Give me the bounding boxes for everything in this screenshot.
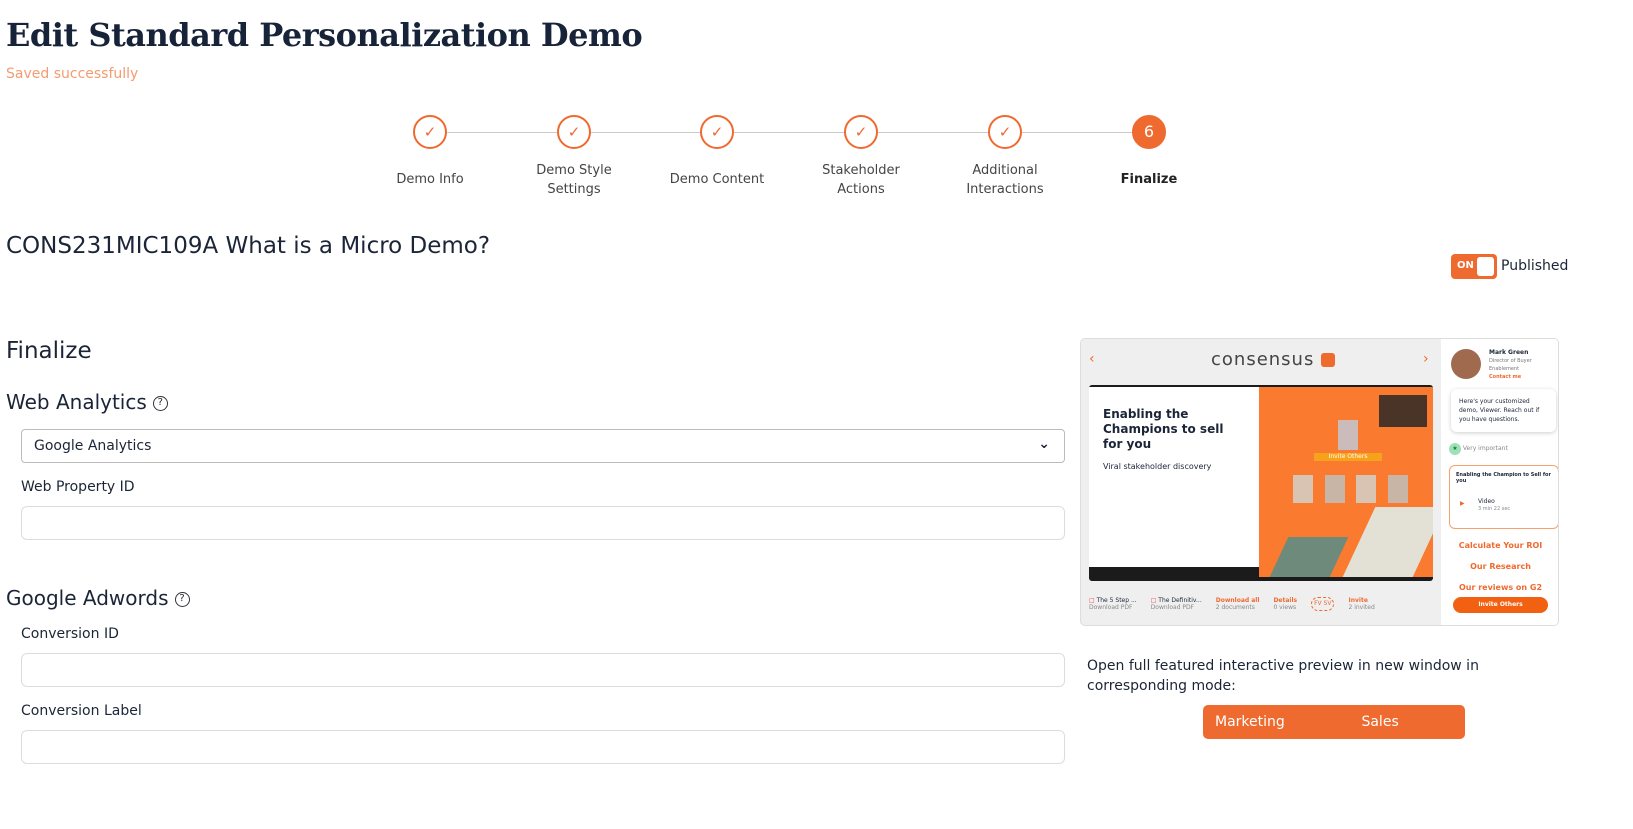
preview-button-group: Marketing Preview Sales Preview: [1203, 705, 1465, 764]
step-6[interactable]: 6 Finalize: [1079, 115, 1219, 189]
invite[interactable]: Invite 2 invited: [1348, 597, 1374, 611]
select-value: Google Analytics: [34, 438, 152, 454]
conversion-id-input[interactable]: [21, 653, 1065, 687]
step-5[interactable]: ✓ Additional Interactions: [935, 115, 1075, 199]
research-link[interactable]: Our Research: [1441, 562, 1558, 571]
help-icon[interactable]: ?: [152, 396, 168, 411]
rating: ★ Very important: [1449, 443, 1508, 455]
analytics-provider-select[interactable]: Google Analytics ⌄: [21, 429, 1065, 463]
reviews-link[interactable]: Our reviews on G2: [1441, 583, 1558, 592]
presenter-video: [1379, 395, 1427, 427]
step-1[interactable]: ✓ Demo Info: [360, 115, 500, 189]
heading-text: Web Analytics: [6, 390, 147, 414]
preview-sidebar: Mark Green Director of Buyer Enablement …: [1441, 339, 1558, 625]
step-3[interactable]: ✓ Demo Content: [647, 115, 787, 189]
check-icon: ✓: [557, 115, 591, 149]
contact-name: Mark Green: [1489, 349, 1529, 356]
avatar: [1293, 475, 1313, 503]
contact-avatar: [1451, 349, 1481, 379]
details[interactable]: Details 0 views: [1273, 597, 1297, 611]
brand-logo: consensus: [1211, 349, 1315, 370]
contact-role: Director of Buyer Enablement: [1489, 358, 1532, 372]
check-icon: ✓: [413, 115, 447, 149]
slide: Enabling the Champions to sell for you V…: [1089, 385, 1433, 581]
heading-text: Google Adwords: [6, 586, 169, 610]
star-icon: ★: [1449, 443, 1461, 455]
help-icon[interactable]: ?: [174, 592, 190, 607]
step-label: Demo Content: [669, 172, 765, 187]
demo-title: CONS231MIC109A What is a Micro Demo?: [6, 233, 491, 259]
step-label: Finalize: [1120, 172, 1178, 187]
preview-footer: □ The 5 Step ... Download PDF □ The Defin…: [1089, 597, 1439, 611]
check-icon: ✓: [988, 115, 1022, 149]
step-label: Additional Interactions: [966, 163, 1044, 197]
slide-subtitle: Viral stakeholder discovery: [1103, 462, 1212, 471]
invite-others-button[interactable]: Invite Others: [1453, 597, 1548, 613]
conversion-label-input[interactable]: [21, 730, 1065, 764]
step-4[interactable]: ✓ Stakeholder Actions: [791, 115, 931, 199]
web-property-input[interactable]: [21, 506, 1065, 540]
decor-shape: [1342, 507, 1433, 577]
step-number: 6: [1132, 115, 1166, 149]
published-toggle[interactable]: ON: [1451, 254, 1497, 279]
step-label: Demo Style Settings: [536, 163, 612, 197]
toggle-label: ON: [1457, 260, 1474, 271]
pdf-icon: □: [1150, 597, 1157, 604]
save-status: Saved successfully: [6, 66, 139, 82]
step-label: Demo Info: [396, 172, 464, 187]
contact-link[interactable]: Contact me: [1489, 373, 1557, 381]
card-type: Video: [1478, 498, 1495, 505]
check-icon: ✓: [844, 115, 878, 149]
content-card[interactable]: Enabling the Champion to Sell for you ▶ …: [1449, 465, 1558, 529]
sales-preview-button[interactable]: Sales Preview: [1349, 705, 1465, 764]
check-icon: ✓: [700, 115, 734, 149]
doc-item[interactable]: □ The 5 Step ... Download PDF: [1089, 597, 1137, 611]
pdf-icon: □: [1089, 597, 1095, 604]
play-icon: ▶: [1460, 500, 1465, 507]
published-label: Published: [1501, 258, 1569, 274]
decor-shape: [1269, 537, 1349, 577]
marketing-preview-button[interactable]: Marketing Preview: [1203, 705, 1349, 764]
card-duration: 3 min 22 sec: [1478, 506, 1511, 512]
avatar: [1388, 475, 1408, 503]
conversion-label-label: Conversion Label: [21, 703, 142, 719]
download-all[interactable]: Download all 2 documents: [1216, 597, 1260, 611]
card-title: Enabling the Champion to Sell for you: [1456, 472, 1551, 484]
conversion-id-label: Conversion ID: [21, 626, 119, 642]
roi-link[interactable]: Calculate Your ROI: [1441, 541, 1558, 550]
message-bubble: Here's your customized demo, Viewer. Rea…: [1451, 389, 1556, 432]
page-title: Edit Standard Personalization Demo: [6, 16, 643, 54]
invite-avatars: FV SV: [1311, 597, 1335, 611]
step-2[interactable]: ✓ Demo Style Settings: [504, 115, 644, 199]
chevron-down-icon: ⌄: [1038, 436, 1050, 452]
step-label: Stakeholder Actions: [822, 163, 900, 197]
web-property-label: Web Property ID: [21, 479, 135, 495]
invite-chip: Invite Others: [1314, 453, 1382, 461]
demo-preview: ‹ › consensus Enabling the Champions to …: [1080, 338, 1559, 626]
prev-arrow-icon: ‹: [1089, 351, 1095, 367]
section-heading: Finalize: [6, 338, 92, 364]
slide-title: Enabling the Champions to sell for you: [1103, 407, 1224, 451]
avatar: [1325, 475, 1345, 503]
preview-instructions: Open full featured interactive preview i…: [1087, 658, 1479, 694]
adwords-heading: Google Adwords?: [6, 586, 190, 610]
next-arrow-icon: ›: [1423, 351, 1429, 367]
web-analytics-heading: Web Analytics?: [6, 390, 168, 414]
doc-item[interactable]: □ The Definitiv... Download PDF: [1151, 597, 1202, 611]
toggle-knob: [1477, 257, 1494, 276]
avatar: [1338, 420, 1358, 450]
avatar: [1356, 475, 1376, 503]
brand-logo-icon: [1321, 353, 1336, 367]
